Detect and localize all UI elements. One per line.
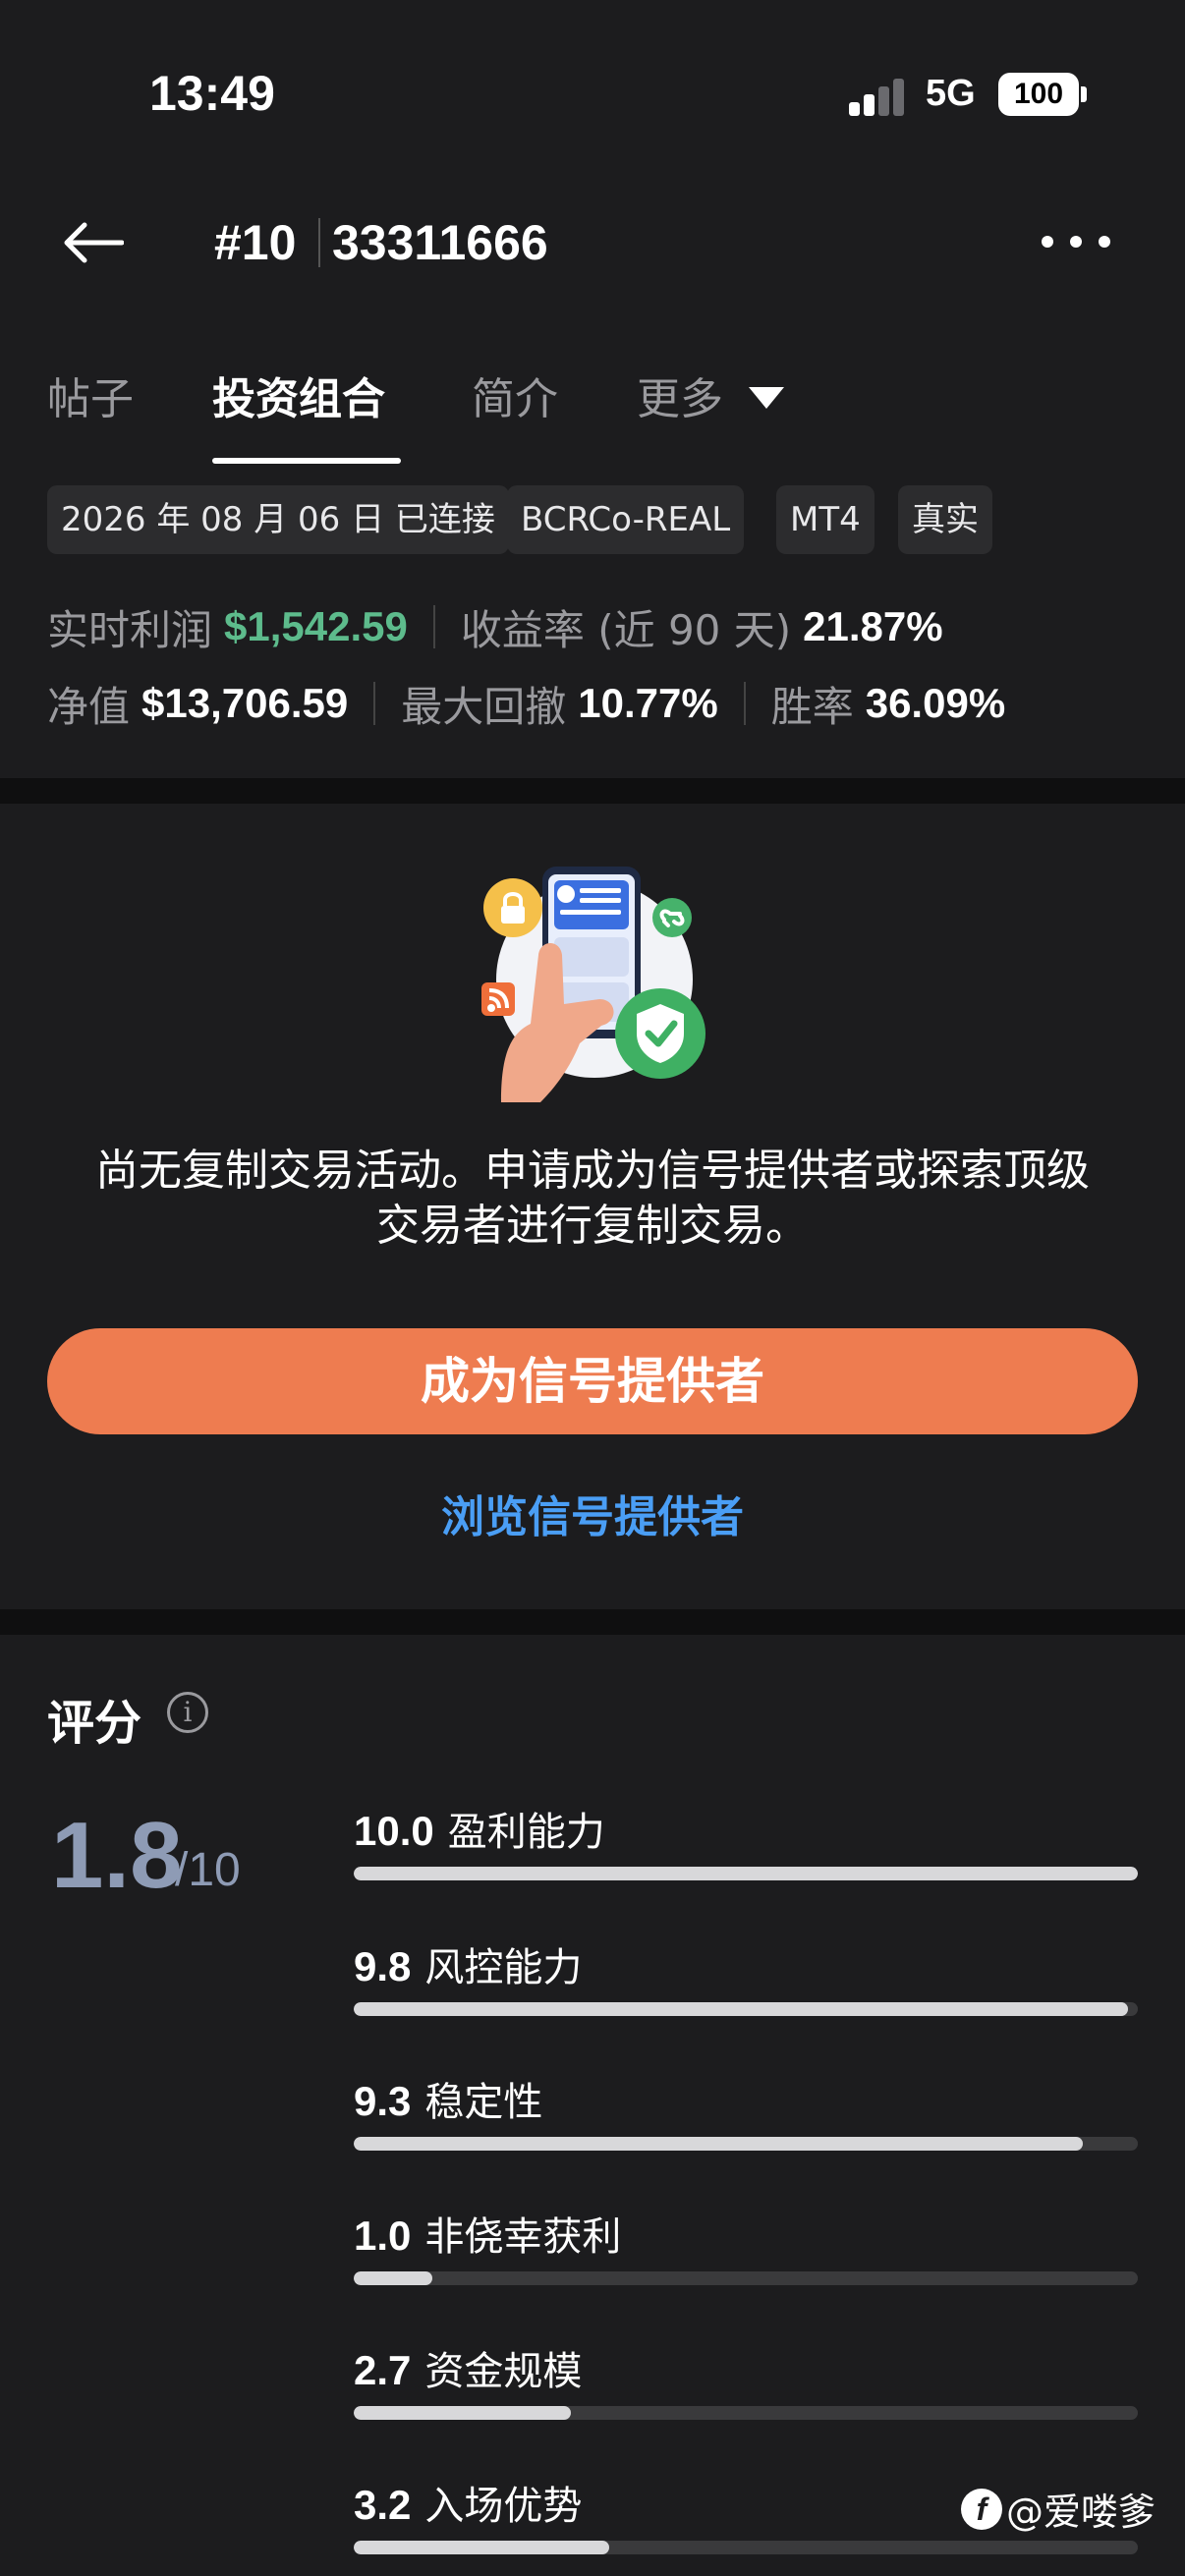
active-tab-indicator <box>212 458 401 464</box>
metric-score: 10.0 <box>354 1808 434 1854</box>
drawdown-value: 10.77% <box>578 680 718 726</box>
score-max: /10 <box>175 1844 241 1896</box>
status-time: 13:49 <box>149 66 275 121</box>
network-type: 5G <box>926 73 976 114</box>
metric-fill <box>354 1867 1138 1880</box>
dot-icon <box>1070 236 1082 248</box>
metric-fill <box>354 2406 572 2420</box>
metric-progress-bar <box>354 2541 1138 2554</box>
arrow-left-icon <box>64 222 124 263</box>
battery-icon: 100 <box>998 73 1079 116</box>
metric-label: 9.3 稳定性 <box>354 2070 542 2127</box>
metric-fill <box>354 2002 1129 2016</box>
metric-fill <box>354 2271 432 2285</box>
winrate-value: 36.09% <box>865 680 1006 726</box>
metric-progress-bar <box>354 2406 1138 2420</box>
info-icon[interactable]: i <box>167 1692 208 1733</box>
tab-profile[interactable]: 简介 <box>472 364 558 426</box>
metric-progress-bar <box>354 2271 1138 2285</box>
server-chip: BCRCo-REAL <box>507 485 745 554</box>
tab-portfolio[interactable]: 投资组合 <box>212 364 385 426</box>
score-value: 1.8 <box>51 1803 183 1908</box>
account-type-chip: 真实 <box>898 485 992 554</box>
empty-state-line1: 尚无复制交易活动。申请成为信号提供者或探索顶级 <box>95 1146 1090 1196</box>
score-metric-stability: 9.3 稳定性 <box>354 2070 1138 2168</box>
account-number: #10 <box>214 215 297 270</box>
metric-score: 9.3 <box>354 2078 412 2124</box>
metric-name: 风控能力 <box>424 1945 583 1990</box>
metric-score: 2.7 <box>354 2347 412 2393</box>
battery-tip <box>1081 86 1087 102</box>
empty-state-message: 尚无复制交易活动。申请成为信号提供者或探索顶级 交易者进行复制交易。 <box>39 1144 1146 1254</box>
metric-name: 入场优势 <box>424 2484 583 2529</box>
account-id: 33311666 <box>332 215 548 270</box>
metric-label: 3.2 入场优势 <box>354 2474 582 2531</box>
metric-name: 稳定性 <box>424 2080 543 2125</box>
score-title: 评分 <box>47 1696 142 1751</box>
metric-label: 1.0 非侥幸获利 <box>354 2205 621 2262</box>
score-metric-non-luck: 1.0 非侥幸获利 <box>354 2205 1138 2303</box>
signal-icon <box>849 77 908 116</box>
winrate-label: 胜率 <box>770 682 854 731</box>
metric-label: 10.0 盈利能力 <box>354 1800 605 1857</box>
stat-separator <box>432 605 435 648</box>
metric-progress-bar <box>354 2002 1138 2016</box>
stat-separator <box>373 682 376 725</box>
section-divider <box>0 1609 1185 1635</box>
back-button[interactable] <box>63 208 141 277</box>
metric-name: 资金规模 <box>424 2349 583 2394</box>
metric-fill <box>354 2137 1084 2151</box>
more-options-button[interactable] <box>1042 222 1110 261</box>
copy-trading-illustration <box>481 867 705 1102</box>
metric-name: 盈利能力 <box>447 1810 605 1855</box>
section-divider <box>0 778 1185 804</box>
dot-icon <box>1099 236 1110 248</box>
score-metric-profitability: 10.0 盈利能力 <box>354 1800 1138 1898</box>
metric-progress-bar <box>354 2137 1138 2151</box>
tab-posts[interactable]: 帖子 <box>47 364 134 426</box>
tab-more[interactable]: 更多 <box>637 364 784 426</box>
dot-icon <box>1042 236 1053 248</box>
caret-down-icon <box>749 387 784 409</box>
title-divider <box>318 218 320 267</box>
connection-date-chip: 2026 年 08 月 06 日 已连接 <box>47 485 509 554</box>
stat-separator <box>743 682 746 725</box>
realtime-profit-label: 实时利润 <box>47 605 213 654</box>
metric-fill <box>354 2541 610 2554</box>
become-signal-provider-button[interactable]: 成为信号提供者 <box>47 1328 1138 1434</box>
metric-score: 9.8 <box>354 1943 412 1989</box>
return-label: 收益率 (近 90 天) <box>460 605 792 654</box>
platform-chip: MT4 <box>776 485 875 554</box>
score-metric-risk-control: 9.8 风控能力 <box>354 1935 1138 2034</box>
watermark-logo-icon: f <box>961 2488 1002 2530</box>
stats-row-2: 净值 $13,706.59 最大回撤 10.77% 胜率 36.09% <box>47 674 1005 733</box>
equity-value: $13,706.59 <box>141 680 349 726</box>
browse-signal-providers-link[interactable]: 浏览信号提供者 <box>0 1482 1185 1544</box>
stats-row-1: 实时利润 $1,542.59 收益率 (近 90 天) 21.87% <box>47 597 943 656</box>
empty-state-line2: 交易者进行复制交易。 <box>376 1201 809 1251</box>
return-value: 21.87% <box>803 603 943 649</box>
equity-label: 净值 <box>47 682 131 731</box>
drawdown-label: 最大回撤 <box>401 682 567 731</box>
realtime-profit-value: $1,542.59 <box>224 603 408 649</box>
metric-score: 1.0 <box>354 2212 412 2259</box>
metric-label: 2.7 资金规模 <box>354 2339 582 2396</box>
metric-label: 9.8 风控能力 <box>354 1935 582 1992</box>
metric-name: 非侥幸获利 <box>424 2214 622 2260</box>
tab-more-label: 更多 <box>637 374 723 424</box>
metric-progress-bar <box>354 1867 1138 1880</box>
score-metric-capital-size: 2.7 资金规模 <box>354 2339 1138 2437</box>
metric-score: 3.2 <box>354 2482 412 2528</box>
watermark: f @爱喽爹 <box>961 2482 1156 2536</box>
watermark-text: @爱喽爹 <box>1006 2491 1157 2534</box>
